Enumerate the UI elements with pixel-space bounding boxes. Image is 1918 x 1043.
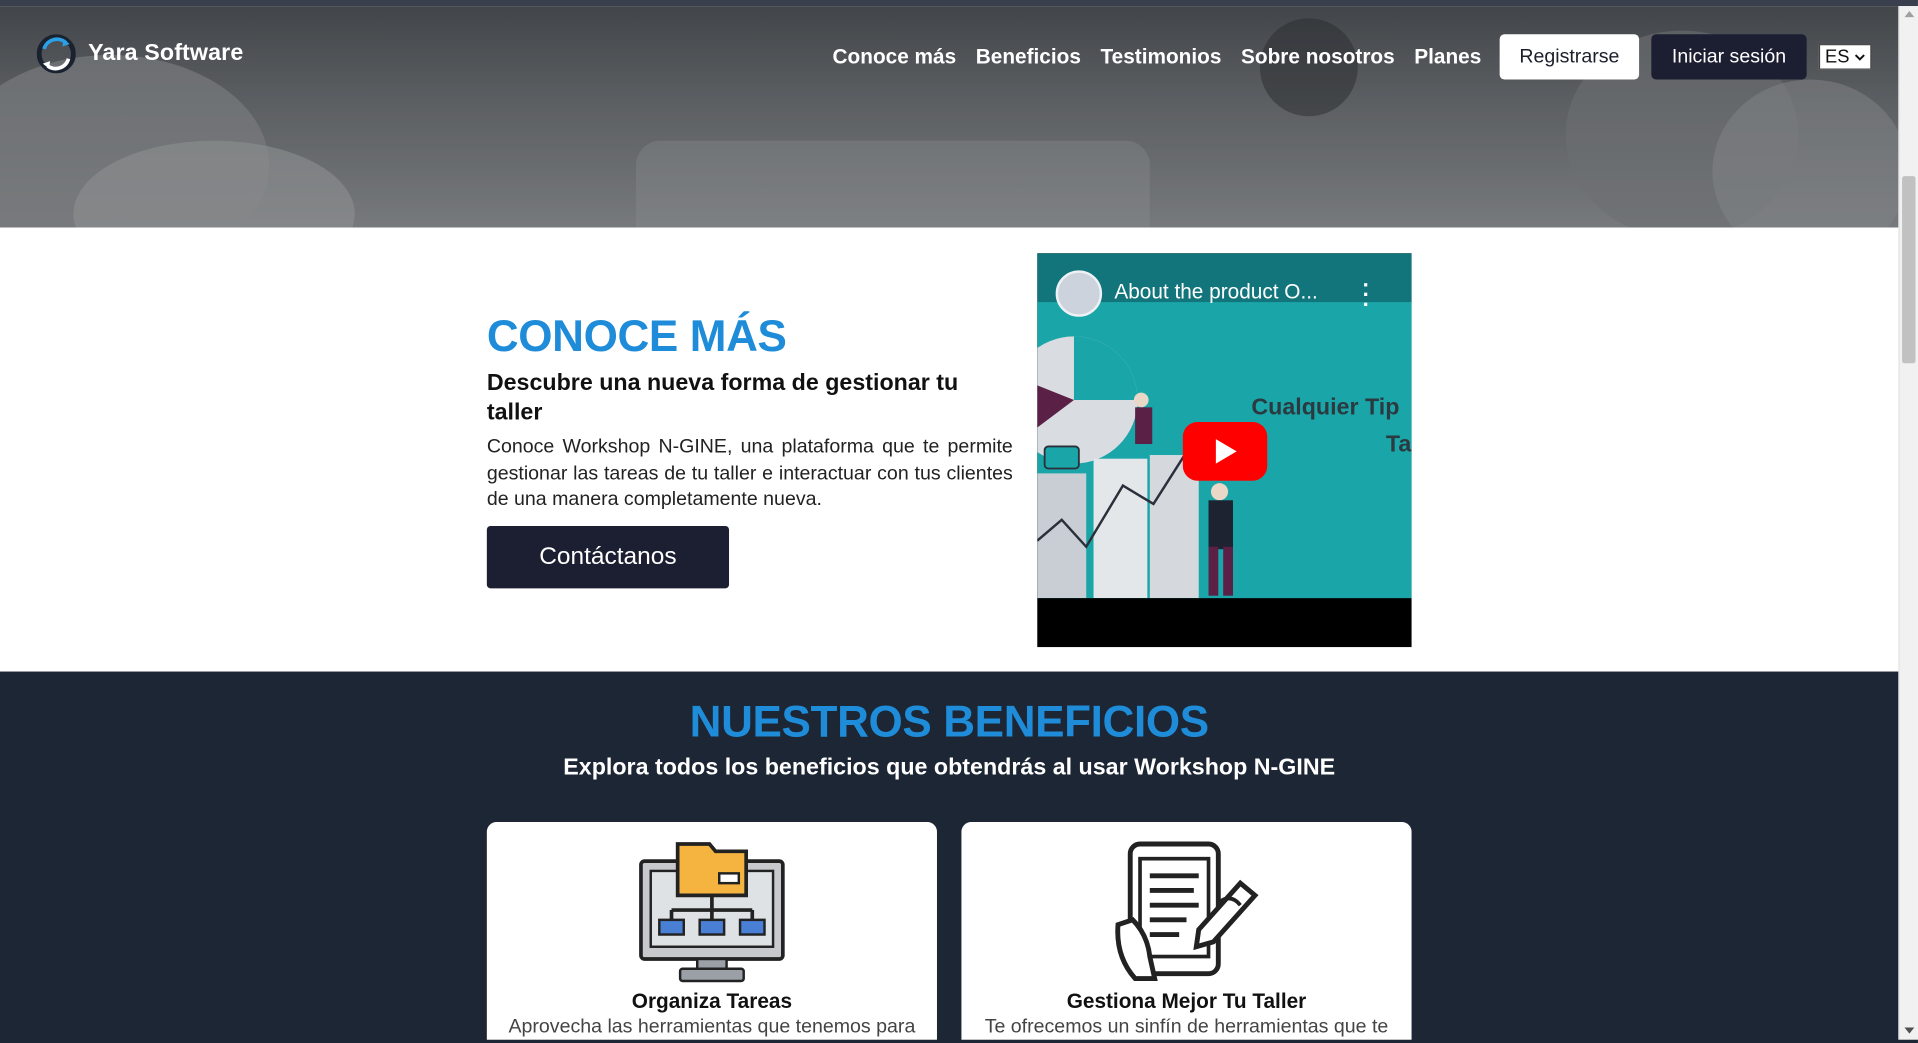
nav-beneficios[interactable]: Beneficios	[976, 45, 1081, 69]
benefit-card-text: Te ofrecemos un sinfín de herramientas q…	[984, 1016, 1389, 1038]
benefit-card: Gestiona Mejor Tu Taller Te ofrecemos un…	[961, 821, 1412, 1043]
benefit-card-title: Gestiona Mejor Tu Taller	[1066, 989, 1307, 1013]
about-title: CONOCE MÁS	[486, 310, 787, 361]
login-button[interactable]: Iniciar sesión	[1651, 34, 1807, 80]
benefit-card-title: Organiza Tareas	[631, 989, 793, 1013]
chevron-down-icon	[1854, 53, 1865, 61]
logo-icon	[36, 34, 76, 74]
page-scrollbar[interactable]	[1898, 6, 1918, 1043]
benefits-subtitle: Explora todos los beneficios que obtendr…	[563, 754, 1336, 781]
page: Yara Software Conoce más Beneficios Test…	[0, 0, 1918, 1043]
language-value: ES	[1825, 46, 1850, 68]
video-player[interactable]: Cualquier Tip Ta About the product O... …	[1037, 253, 1412, 648]
language-select[interactable]: ES	[1818, 44, 1872, 70]
folder-network-icon	[639, 842, 785, 983]
more-options-icon[interactable]: · · ·	[1363, 274, 1370, 316]
tablet-edit-icon	[1115, 841, 1259, 982]
video-overlay-text-1: Cualquier Tip	[1251, 395, 1400, 421]
nav-planes[interactable]: Planes	[1414, 45, 1481, 69]
about-body: Conoce Workshop N-GINE, una plataforma q…	[486, 436, 1013, 511]
video-title: About the product O...	[1114, 280, 1318, 304]
scroll-up-arrow-icon[interactable]	[1904, 11, 1915, 18]
channel-avatar	[1055, 270, 1103, 317]
benefits-section: NUESTROS BENEFICIOS Explora todos los be…	[0, 671, 1899, 1043]
nav-testimonios[interactable]: Testimonios	[1100, 45, 1221, 69]
brand-name: Yara Software	[88, 40, 244, 67]
about-section: CONOCE MÁS Descubre una nueva forma de g…	[0, 227, 1899, 672]
brand[interactable]: Yara Software	[36, 34, 244, 74]
register-button[interactable]: Registrarse	[1499, 34, 1640, 80]
nav-conoce-mas[interactable]: Conoce más	[833, 45, 957, 69]
video-overlay-text-2: Ta	[1385, 431, 1412, 458]
benefits-title: NUESTROS BENEFICIOS	[689, 696, 1209, 747]
benefit-card-text: Aprovecha las herramientas que tenemos p…	[508, 1016, 916, 1038]
about-subtitle: Descubre una nueva forma de gestionar tu…	[486, 370, 959, 426]
contact-button[interactable]: Contáctanos	[486, 525, 730, 589]
hero-banner: Yara Software Conoce más Beneficios Test…	[0, 6, 1899, 228]
nav-sobre-nosotros[interactable]: Sobre nosotros	[1241, 45, 1395, 69]
scrollbar-thumb[interactable]	[1902, 176, 1916, 364]
main-nav: Conoce más Beneficios Testimonios Sobre …	[813, 34, 1872, 80]
benefit-card: Organiza Tareas Aprovecha las herramient…	[486, 821, 937, 1043]
scroll-down-arrow-icon[interactable]	[1904, 1027, 1915, 1034]
play-button[interactable]	[1182, 422, 1268, 481]
